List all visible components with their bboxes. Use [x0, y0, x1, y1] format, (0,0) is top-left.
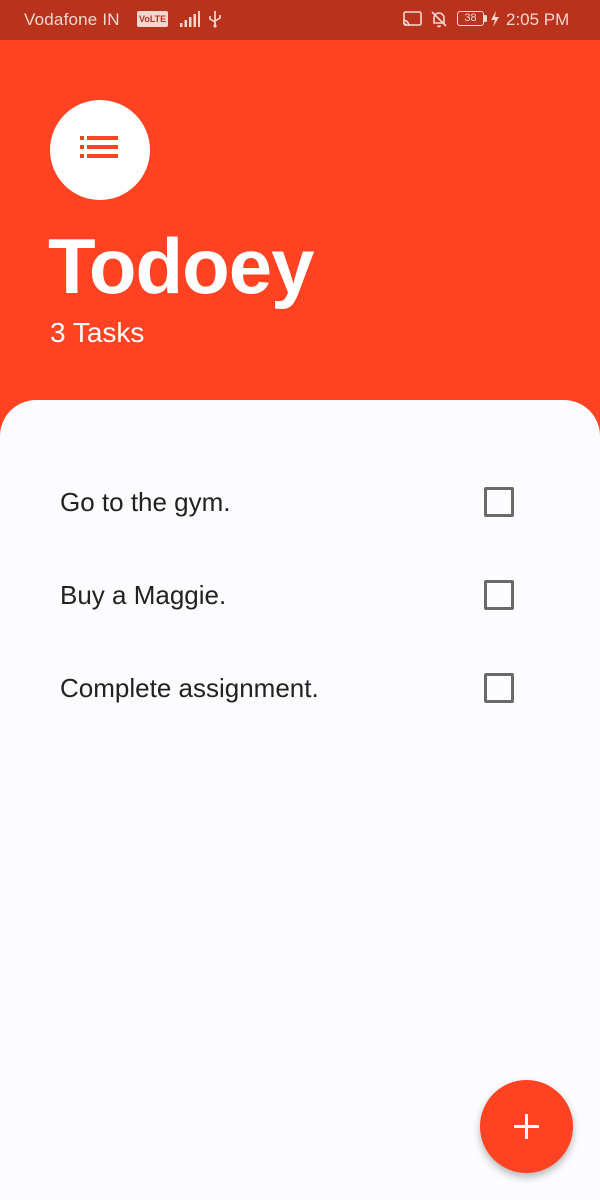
task-text: Go to the gym.	[60, 487, 231, 517]
add-task-button[interactable]	[480, 1080, 573, 1173]
task-text: Complete assignment.	[60, 673, 319, 703]
task-text: Buy a Maggie.	[60, 580, 227, 610]
task-item[interactable]: Complete assignment.	[0, 641, 600, 733]
app-title: Todoey	[48, 222, 315, 310]
charging-icon	[490, 11, 500, 32]
signal-icon	[180, 11, 200, 32]
task-item[interactable]: Go to the gym.	[0, 455, 600, 547]
usb-icon	[208, 10, 222, 33]
task-checkbox[interactable]	[484, 673, 514, 703]
battery-icon: 38	[457, 11, 484, 26]
carrier-name: Vodafone IN	[24, 10, 120, 29]
clock-time: 2:05 PM	[506, 10, 570, 29]
task-count: 3 Tasks	[50, 317, 145, 348]
battery-tip	[484, 15, 487, 22]
volte-badge: VoLTE	[137, 11, 169, 27]
cast-icon	[402, 11, 422, 32]
task-checkbox[interactable]	[484, 487, 514, 517]
plus-icon	[514, 1114, 539, 1139]
app-logo	[50, 100, 150, 200]
task-list-sheet: Go to the gym. Buy a Maggie. Complete as…	[0, 400, 600, 1200]
list-icon	[80, 136, 118, 158]
status-bar: Vodafone IN VoLTE 38 2:05 PM	[0, 0, 600, 40]
task-item[interactable]: Buy a Maggie.	[0, 548, 600, 640]
mute-bell-icon	[430, 10, 448, 33]
task-checkbox[interactable]	[484, 580, 514, 610]
